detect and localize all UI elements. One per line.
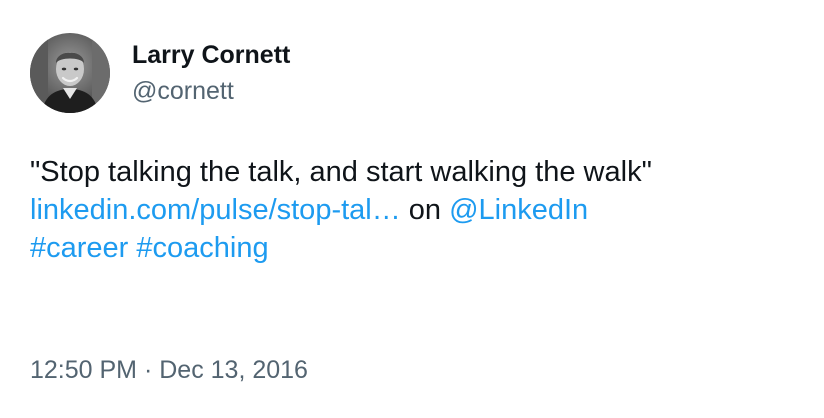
author-names: Larry Cornett @cornett <box>132 40 290 106</box>
avatar[interactable] <box>30 33 110 113</box>
article-link[interactable]: linkedin.com/pulse/stop-tal… <box>30 194 401 226</box>
author-handle[interactable]: @cornett <box>132 76 290 106</box>
tweet-header: Larry Cornett @cornett <box>30 33 290 113</box>
tweet-timestamp: 12:50 PM · Dec 13, 2016 <box>30 354 308 386</box>
author-display-name[interactable]: Larry Cornett <box>132 40 290 70</box>
connector-text: on <box>400 194 450 226</box>
tweet-card: Larry Cornett @cornett "Stop talking the… <box>0 0 824 418</box>
linkedin-mention-link[interactable]: @LinkedIn <box>449 194 588 226</box>
tweet-text: "Stop talking the talk, and start walkin… <box>30 153 810 267</box>
tweet-link-line: linkedin.com/pulse/stop-tal… on @LinkedI… <box>30 191 810 229</box>
tweet-time[interactable]: 12:50 PM <box>30 356 137 384</box>
tweet-hashtag-line: #career #coaching <box>30 229 810 267</box>
hashtag-coaching-link[interactable]: #coaching <box>136 232 268 264</box>
tweet-quote-line: "Stop talking the talk, and start walkin… <box>30 153 810 191</box>
timestamp-separator: · <box>137 356 160 384</box>
tweet-date[interactable]: Dec 13, 2016 <box>159 356 308 384</box>
tweet-quote: "Stop talking the talk, and start walkin… <box>30 156 652 188</box>
hashtag-career-link[interactable]: #career <box>30 232 128 264</box>
